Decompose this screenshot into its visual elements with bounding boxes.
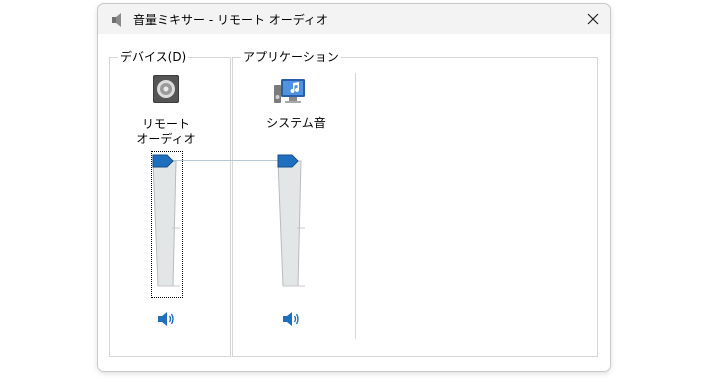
remote-audio-speaker-icon[interactable] [152,74,180,104]
title-bar: 音量ミキサー - リモート オーディオ [98,4,610,34]
device-name-line1: リモート [141,117,190,131]
close-icon [587,13,599,25]
window-title: 音量ミキサー - リモート オーディオ [133,13,328,27]
device-mute-button[interactable] [157,310,177,328]
device-volume-slider[interactable] [152,152,182,296]
speaker-volume-icon [283,312,299,326]
volume-track [277,160,302,287]
volume-thumb[interactable] [277,154,299,168]
speaker-icon [112,13,121,27]
volume-link-line [172,160,280,161]
app-name[interactable]: システム音 [251,116,341,131]
applications-group-label: アプリケーション [241,49,341,65]
app-mute-button[interactable] [282,310,302,328]
device-name[interactable]: リモート オーディオ [118,117,214,147]
close-button[interactable] [578,6,608,32]
system-sounds-icon[interactable] [272,75,310,107]
speaker-volume-icon [158,312,174,326]
app-volume-slider[interactable] [277,152,307,296]
volume-track [152,160,177,287]
device-group-label: デバイス(D) [118,49,189,65]
volume-thumb[interactable] [152,154,174,168]
column-divider [355,73,356,339]
device-name-line2: オーディオ [136,132,196,146]
